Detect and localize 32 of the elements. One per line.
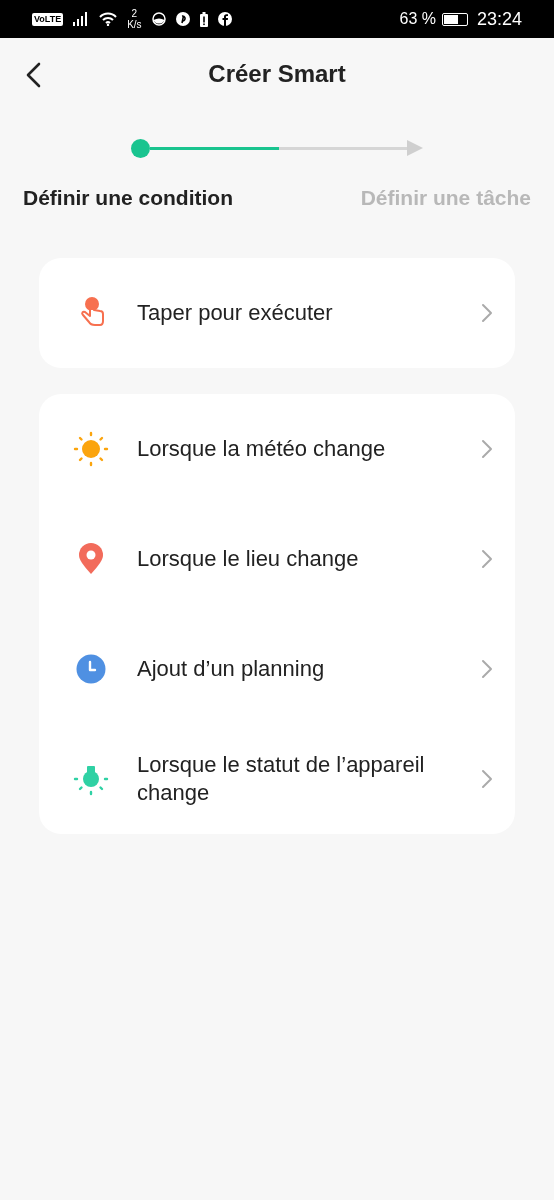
step-label: Définir une condition (23, 185, 233, 211)
battery-percent: 63 % (399, 9, 436, 29)
battery-icon (441, 12, 468, 26)
option-label: Lorsque le lieu change (137, 544, 360, 573)
location-pin-icon (78, 542, 104, 575)
clock-time: 23:24 (476, 7, 522, 31)
step-label: Définir une tâche (360, 185, 531, 211)
network-badge: VoLTE (32, 12, 64, 26)
chevron-right-icon (481, 438, 493, 459)
signal-icon (73, 12, 90, 26)
chevron-right-icon (481, 548, 493, 569)
option-row[interactable]: Ajout d’un planning (39, 613, 515, 724)
sun-icon (73, 430, 109, 467)
option-label: Lorsque la météo change (137, 434, 387, 463)
chevron-right-icon (481, 302, 493, 323)
back-icon[interactable] (24, 62, 42, 88)
alert-battery-icon (199, 11, 208, 27)
facebook-icon (217, 12, 232, 26)
chevron-right-icon (481, 768, 493, 789)
speed-unit: K/s (127, 19, 142, 30)
option-label: Ajout d’un planning (137, 654, 326, 683)
option-row[interactable]: Taper pour exécuter (39, 257, 515, 368)
clock-icon (76, 653, 106, 684)
option-label: Lorsque le statut de l’appareil change (137, 750, 426, 807)
option-row[interactable]: Lorsque le lieu change (39, 503, 515, 614)
chevron-right-icon (481, 658, 493, 679)
speed-value: 2 (131, 8, 138, 19)
page-title: Créer Smart (208, 59, 346, 89)
option-row[interactable]: Lorsque la météo change (39, 393, 515, 504)
option-row[interactable]: Lorsque le statut de l’appareil change (39, 723, 515, 834)
option-label: Taper pour exécuter (137, 298, 334, 327)
wifi-icon (99, 12, 118, 26)
